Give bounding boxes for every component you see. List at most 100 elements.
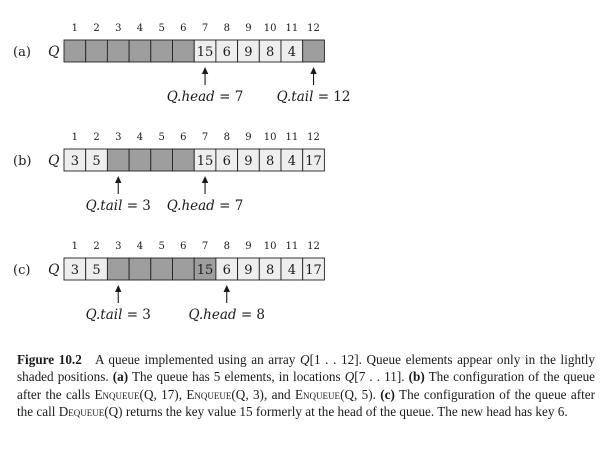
column-index-c-7: 7	[202, 241, 208, 252]
caption-op-enqueue-1: Enqueue	[94, 386, 140, 402]
cell-value-c-7: 15	[197, 263, 214, 278]
column-index-c-3: 3	[115, 241, 121, 252]
array-cell-a-6	[172, 39, 195, 63]
column-index-a-5: 5	[158, 23, 164, 34]
column-index-c-1: 1	[72, 241, 78, 252]
caption-array-range: [1 . . 12]	[309, 352, 359, 367]
figure-caption: Figure 10.2 A queue implemented using an…	[17, 352, 596, 420]
pointer-arrowhead-head-a	[201, 67, 209, 74]
cell-value-b-1: 3	[71, 154, 79, 169]
cell-value-c-1: 3	[71, 263, 79, 278]
array-name-b: Q	[48, 153, 60, 169]
caption-part-c-label: (c)	[380, 386, 395, 402]
caption-part-c-end: returns the key value 15 formerly at the…	[125, 404, 568, 420]
cell-value-c-2: 5	[92, 263, 100, 278]
array-cell-a-4	[128, 39, 152, 63]
caption-op-enqueue-3: Enqueue	[295, 386, 341, 402]
caption-array-name: Q	[300, 352, 310, 367]
array-cell-a-12	[302, 39, 325, 63]
caption-part-b-label: (b)	[408, 369, 425, 385]
column-index-c-11: 11	[285, 241, 298, 252]
column-index-a-9: 9	[245, 23, 251, 34]
caption-part-a-end: .	[401, 369, 405, 385]
column-index-b-11: 11	[285, 132, 298, 143]
array-cell-b-3	[106, 148, 130, 172]
cell-value-a-7: 15	[197, 45, 214, 60]
cell-value-b-8: 6	[223, 154, 231, 169]
cell-value-c-9: 9	[244, 263, 252, 278]
column-index-a-10: 10	[264, 23, 277, 34]
column-index-b-1: 1	[72, 132, 78, 143]
array-cell-c-5	[150, 257, 173, 281]
column-index-c-6: 6	[180, 241, 186, 252]
column-index-c-10: 10	[264, 241, 277, 252]
column-index-b-4: 4	[137, 132, 143, 143]
cell-value-b-11: 4	[288, 154, 296, 169]
column-index-c-12: 12	[307, 241, 320, 252]
array-cell-c-6	[172, 257, 195, 281]
pointer-label-tail-c: Q.tail = 3	[86, 307, 151, 323]
figure-number: Figure 10.2	[17, 352, 82, 367]
array-cell-a-3	[106, 39, 130, 63]
pointer-arrowhead-tail-c	[115, 285, 122, 292]
caption-call-1-args: (Q, 17)	[139, 386, 179, 402]
cell-value-c-12: 17	[305, 263, 322, 278]
column-index-a-3: 3	[115, 23, 121, 34]
caption-part-a-label: (a)	[112, 369, 129, 385]
pointer-label-head-b: Q.head = 7	[167, 198, 244, 214]
pointer-label-head-c: Q.head = 8	[188, 307, 265, 323]
pointer-arrowhead-head-b	[201, 176, 209, 183]
column-index-a-7: 7	[202, 23, 208, 34]
cell-value-c-10: 8	[266, 263, 274, 278]
array-cell-c-4	[128, 257, 152, 281]
column-index-a-6: 6	[180, 23, 186, 34]
pointer-arrowhead-tail-b	[115, 176, 122, 183]
column-index-b-8: 8	[224, 132, 230, 143]
array-cell-a-1	[63, 39, 87, 63]
cell-value-c-11: 4	[288, 263, 296, 278]
column-index-b-7: 7	[202, 132, 208, 143]
array-cell-a-5	[150, 39, 173, 63]
cell-value-a-11: 4	[288, 45, 296, 60]
pointer-arrowhead-head-c	[223, 285, 230, 292]
column-index-b-9: 9	[245, 132, 251, 143]
caption-call-4-args: (Q)	[104, 404, 123, 420]
column-index-c-9: 9	[245, 241, 251, 252]
cell-value-b-7: 15	[197, 154, 214, 169]
column-index-c-8: 8	[224, 241, 230, 252]
column-index-c-4: 4	[137, 241, 143, 252]
column-index-a-11: 11	[285, 23, 298, 34]
panel-label-c: (c)	[13, 263, 30, 278]
cell-value-b-10: 8	[266, 154, 274, 169]
array-cell-a-2	[85, 39, 108, 63]
caption-call-3-args: (Q, 5)	[340, 386, 373, 402]
column-index-c-2: 2	[93, 241, 99, 252]
pointer-label-tail-b: Q.tail = 3	[86, 198, 151, 214]
array-cell-b-6	[172, 148, 195, 172]
column-index-a-8: 8	[224, 23, 230, 34]
caption-part-b-and: , and	[263, 386, 291, 402]
pointer-label-tail-a: Q.tail = 12	[277, 89, 351, 105]
cell-value-b-12: 17	[305, 154, 322, 169]
array-name-c: Q	[48, 262, 60, 278]
array-cell-b-4	[128, 148, 152, 172]
cell-value-a-10: 8	[266, 45, 274, 60]
caption-call-2-args: (Q, 3)	[231, 386, 264, 402]
array-cell-c-3	[106, 257, 130, 281]
cell-value-c-8: 6	[223, 263, 231, 278]
column-index-c-5: 5	[158, 241, 164, 252]
cell-value-b-9: 9	[244, 154, 252, 169]
caption-sentence-1: A queue implemented using an array	[95, 352, 296, 367]
column-index-a-12: 12	[307, 23, 320, 34]
caption-op-dequeue: Dequeue	[58, 404, 105, 420]
column-index-b-5: 5	[158, 132, 164, 143]
cell-value-a-9: 9	[244, 45, 252, 60]
caption-part-a-text: The queue has 5 elements, in locations	[131, 369, 341, 385]
column-index-b-6: 6	[180, 132, 186, 143]
cell-value-b-2: 5	[92, 154, 100, 169]
pointer-arrowhead-tail-a	[310, 67, 317, 74]
caption-op-enqueue-2: Enqueue	[186, 386, 232, 402]
column-index-b-12: 12	[307, 132, 320, 143]
caption-part-a-array: Q	[344, 369, 355, 385]
column-index-b-3: 3	[115, 132, 121, 143]
